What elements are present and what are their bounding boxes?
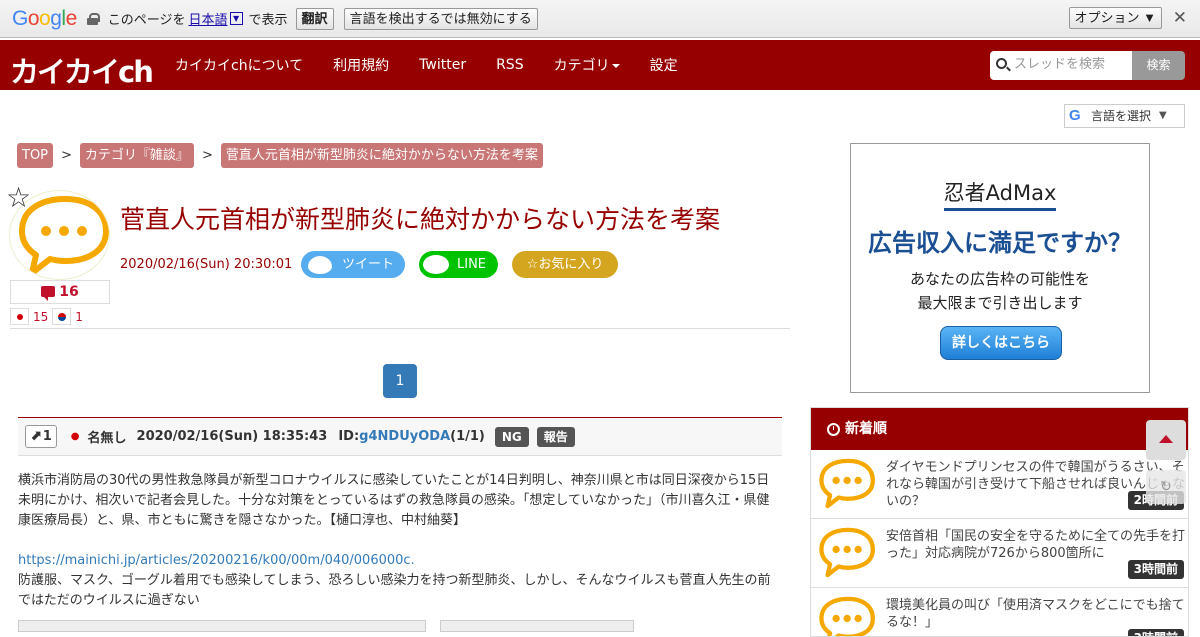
ng-button[interactable]: NG (494, 426, 529, 447)
nav-category[interactable]: カテゴリ (539, 55, 635, 75)
page-1-button[interactable]: 1 (383, 364, 417, 398)
ad-details-button[interactable]: 詳しくはこちら (940, 326, 1062, 360)
post-date: 2020/02/16(Sun) 18:35:43 (136, 429, 328, 444)
translate-suffix-text: で表示 (248, 13, 288, 28)
breadcrumb-top[interactable]: TOP (17, 143, 54, 168)
chat-bubble-icon (819, 596, 875, 636)
language-link[interactable]: 日本語 (189, 9, 228, 28)
ad-headline: 広告収入に満足ですか？ (868, 229, 1132, 257)
chevron-down-icon: ▼ (1159, 110, 1167, 121)
language-dropdown-icon[interactable]: ▼ (229, 12, 243, 25)
status-dot-icon: ● (70, 431, 80, 442)
id-label: ID: (338, 429, 360, 444)
japan-flag-icon (10, 308, 29, 325)
arrow-up-icon[interactable]: ↻ (1146, 470, 1186, 504)
search-input-wrap (990, 51, 1134, 80)
new-threads-header: 新着順 (811, 408, 1188, 450)
twitter-bird-icon (308, 255, 332, 274)
reply-arrow-icon: ⬈ (30, 428, 42, 444)
site-header: カイカイch カイカイchについて 利用規約 Twitter RSS カテゴリ … (0, 40, 1200, 90)
line-share-button[interactable]: LINE (419, 251, 498, 278)
post-image[interactable] (440, 620, 634, 632)
google-g-icon: G (1069, 107, 1081, 124)
translate-button[interactable]: 翻訳 (295, 7, 334, 30)
post-body-comment: 防護服、マスク、ゴーグル着用でも感染してしまう、恐ろしい感染力を持つ新型肺炎、し… (18, 573, 771, 608)
breadcrumb-separator: > (61, 148, 72, 163)
google-translate-bar: Google このページを 日本語 ▼ で表示 翻訳 言語を検出するでは無効にす… (0, 0, 1200, 38)
search-input[interactable] (1014, 51, 1134, 78)
list-item[interactable]: 安倍首相「国民の安全を守るために全ての先手を打った」対応病院が726から800箇… (811, 519, 1188, 588)
breadcrumb-thread[interactable]: 菅直人元首相が新型肺炎に絶対かからない方法を考案 (220, 143, 543, 168)
country-counts: 15 1 (10, 308, 87, 325)
res-count: 16 (10, 280, 110, 304)
advertisement[interactable]: 忍者AdMax 広告収入に満足ですか？ あなたの広告枠の可能性を 最大限まで引き… (850, 143, 1150, 393)
report-button[interactable]: 報告 (536, 426, 575, 447)
breadcrumb-category[interactable]: カテゴリ『雑談』 (79, 143, 194, 168)
list-item-title: 安倍首相「国民の安全を守るために全ての先手を打った」対応病院が726から800箇… (886, 529, 1186, 561)
new-threads-title: 新着順 (845, 421, 887, 437)
chevron-down-icon (611, 64, 620, 68)
poster-name: 名無し (87, 431, 127, 446)
ad-logo: 忍者AdMax (851, 177, 1149, 211)
search-button[interactable]: 検索 (1132, 51, 1185, 80)
close-icon[interactable]: ✕ (1173, 10, 1187, 27)
thread-title: 菅直人元首相が新型肺炎に絶対かからない方法を考案 (120, 205, 721, 234)
line-label: LINE (457, 257, 487, 272)
comment-icon (41, 286, 56, 301)
new-threads-panel: 新着順 ダイヤモンドプリンセスの件で韓国がうるさい、それなら韓国が引き受けて下船… (810, 407, 1189, 637)
post-number: 1 (42, 429, 52, 444)
translate-prompt-text: このページを (107, 13, 186, 28)
main-nav: カイカイchについて 利用規約 Twitter RSS カテゴリ 設定 (160, 40, 693, 90)
res-count-value: 16 (59, 284, 79, 300)
nav-rss[interactable]: RSS (481, 57, 539, 73)
language-select-label: 言語を選択 (1091, 109, 1152, 123)
reply-button[interactable]: ⬈ 1 (25, 425, 57, 448)
ad-subtext: 最大限まで引き出します (917, 294, 1083, 312)
korea-count: 1 (75, 309, 83, 324)
list-item[interactable]: ダイヤモンドプリンセスの件で韓国がうるさい、それなら韓国が引き受けて下船させれば… (811, 450, 1188, 519)
options-button[interactable]: オプション ▼ (1068, 7, 1162, 29)
divider (10, 328, 790, 329)
search-icon (996, 58, 1007, 69)
tweet-label: ツイート (342, 257, 395, 272)
breadcrumb: TOP > カテゴリ『雑談』 > 菅直人元首相が新型肺炎に絶対かからない方法を考… (17, 143, 543, 168)
nav-twitter[interactable]: Twitter (404, 57, 481, 73)
post-body-paragraph: 横浜市消防局の30代の男性救急隊員が新型コロナウイルスに感染していたことが14日… (18, 473, 770, 528)
chat-bubble-icon (819, 527, 875, 578)
favorite-button[interactable]: ☆お気に入り (512, 251, 618, 278)
ad-subtext: あなたの広告枠の可能性を (909, 270, 1090, 288)
list-item-title: 環境美化員の叫び「使用済マスクをどこにでも捨てるな！」 (886, 598, 1185, 630)
post-source-link[interactable]: https://mainichi.jp/articles/20200216/k0… (18, 551, 415, 571)
back-to-top-button[interactable] (1146, 420, 1186, 460)
nav-settings[interactable]: 設定 (635, 55, 693, 75)
time-badge: 3時間前 (1127, 629, 1184, 636)
nav-category-label: カテゴリ (553, 58, 610, 74)
chat-bubble-icon (819, 458, 875, 509)
post-image[interactable] (18, 620, 426, 632)
google-logo: Google (12, 6, 77, 30)
language-select[interactable]: G 言語を選択 ▼ (1064, 104, 1185, 128)
tweet-button[interactable]: ツイート (301, 251, 405, 278)
post-header: ⬈ 1 ● 名無し 2020/02/16(Sun) 18:35:43 ID:g4… (18, 417, 782, 456)
japan-count: 15 (33, 309, 49, 324)
time-badge: 3時間前 (1127, 560, 1184, 579)
thread-date: 2020/02/16(Sun) 20:30:01 (120, 257, 293, 272)
id-count: (1/1) (450, 429, 485, 444)
clock-icon (827, 422, 840, 436)
lock-icon (86, 12, 100, 25)
breadcrumb-separator: > (201, 148, 213, 163)
site-logo[interactable]: カイカイch (10, 49, 154, 91)
poster-id: ID:g4NDUyODA(1/1) (338, 429, 485, 444)
disable-detect-button[interactable]: 言語を検出するでは無効にする (343, 7, 538, 30)
korea-flag-icon (52, 308, 72, 325)
id-value[interactable]: g4NDUyODA (359, 429, 450, 444)
star-icon[interactable]: ☆ (6, 184, 31, 212)
nav-terms[interactable]: 利用規約 (318, 55, 404, 75)
nav-about[interactable]: カイカイchについて (160, 55, 318, 75)
search-form: 検索 (990, 51, 1185, 80)
line-icon (423, 255, 449, 274)
